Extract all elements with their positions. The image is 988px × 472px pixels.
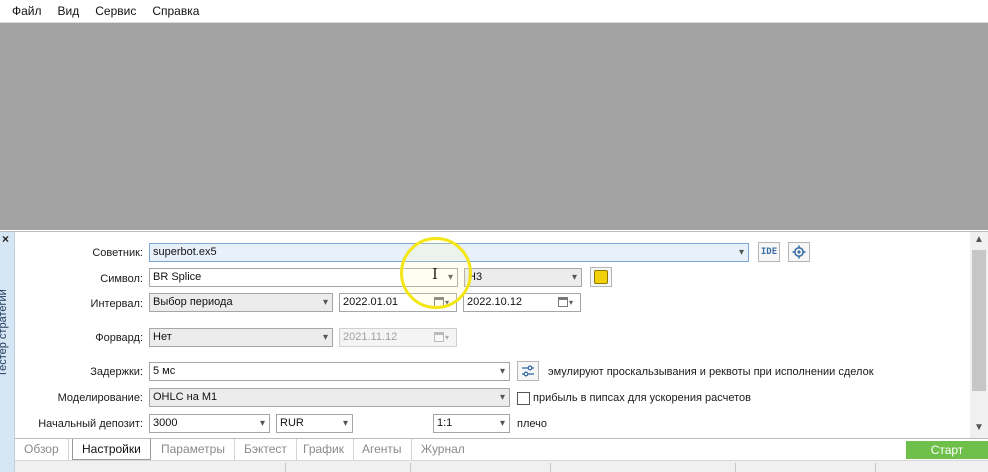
calendar-icon: ▾ xyxy=(434,332,452,343)
leverage-label: плечо xyxy=(517,418,547,430)
color-swatch xyxy=(594,270,608,284)
date-to-value: 2022.10.12 xyxy=(467,296,523,308)
delays-label: Задержки: xyxy=(90,366,143,378)
tab-backtest[interactable]: Бэктест xyxy=(235,439,297,460)
menu-help[interactable]: Справка xyxy=(144,0,207,23)
pips-profit-checkbox[interactable] xyxy=(517,392,530,405)
currency-select[interactable]: RUR ▾ xyxy=(276,414,353,433)
interval-label: Интервал: xyxy=(90,298,143,310)
currency-value: RUR xyxy=(280,417,304,429)
advisor-value: superbot.ex5 xyxy=(153,246,217,258)
timeframe-select[interactable]: H3 ▾ xyxy=(464,268,582,287)
chevron-down-icon: ▾ xyxy=(499,392,505,403)
scroll-down-icon[interactable]: ▼ xyxy=(974,422,984,433)
chevron-down-icon: ▾ xyxy=(322,332,328,343)
forward-label: Форвард: xyxy=(95,332,143,344)
modeling-label: Моделирование: xyxy=(57,392,143,404)
status-bar xyxy=(15,460,988,472)
scroll-thumb[interactable] xyxy=(972,250,986,391)
chevron-down-icon: ▾ xyxy=(259,418,265,429)
forward-date-picker: 2021.11.12 ▾ xyxy=(339,328,457,347)
deposit-label: Начальный депозит: xyxy=(38,418,143,430)
date-from-value: 2022.01.01 xyxy=(343,296,399,308)
delays-settings-button[interactable] xyxy=(517,361,539,381)
menu-view[interactable]: Вид xyxy=(50,0,88,23)
tab-overview[interactable]: Обзор xyxy=(15,439,69,460)
tab-parameters[interactable]: Параметры xyxy=(152,439,235,460)
strategy-tester-panel: × Тестер стратегий Советник: superbot.ex… xyxy=(0,231,988,472)
modeling-value: OHLC на M1 xyxy=(153,391,218,403)
modeling-select[interactable]: OHLC на M1 ▾ xyxy=(149,388,510,407)
calendar-icon: ▾ xyxy=(558,297,576,308)
menu-bar: Файл Вид Сервис Справка xyxy=(0,0,988,23)
date-to-picker[interactable]: 2022.10.12 ▾ xyxy=(463,293,581,312)
text-cursor-icon: I xyxy=(432,265,438,283)
menu-file[interactable]: Файл xyxy=(4,0,50,23)
tester-tabs: Обзор Настройки Параметры Бэктест График… xyxy=(15,438,988,460)
deposit-select[interactable]: 3000 ▾ xyxy=(149,414,270,433)
chart-color-button[interactable] xyxy=(590,267,612,287)
tab-journal[interactable]: Журнал xyxy=(412,439,474,460)
close-panel-icon[interactable]: × xyxy=(2,232,9,246)
panel-side-strip: × Тестер стратегий xyxy=(0,232,15,472)
chevron-down-icon: ▾ xyxy=(499,418,505,429)
advisor-label: Советник: xyxy=(92,247,143,259)
forward-select[interactable]: Нет ▾ xyxy=(149,328,333,347)
chevron-down-icon: ▾ xyxy=(738,247,744,258)
tab-settings[interactable]: Настройки xyxy=(72,439,151,460)
tab-agents[interactable]: Агенты xyxy=(353,439,412,460)
interval-select[interactable]: Выбор периода ▾ xyxy=(149,293,333,312)
scroll-up-icon[interactable]: ▲ xyxy=(974,234,984,245)
symbol-value: BR Splice xyxy=(153,271,202,283)
forward-date-value: 2021.11.12 xyxy=(343,331,398,343)
leverage-value: 1:1 xyxy=(437,417,453,429)
chevron-down-icon: ▾ xyxy=(499,366,505,377)
chevron-down-icon: ▾ xyxy=(571,272,577,283)
ide-icon: IDE xyxy=(760,247,778,257)
delays-value: 5 мс xyxy=(153,365,176,377)
settings-button[interactable] xyxy=(788,242,810,262)
empty-workspace xyxy=(0,23,988,230)
forward-value: Нет xyxy=(153,331,172,343)
ide-button[interactable]: IDE xyxy=(758,242,780,262)
panel-side-label: Тестер стратегий xyxy=(0,289,9,377)
chevron-down-icon: ▾ xyxy=(322,297,328,308)
menu-service[interactable]: Сервис xyxy=(87,0,144,23)
vertical-scrollbar[interactable]: ▲ ▼ xyxy=(970,232,988,438)
delays-note: эмулируют проскальзывания и реквоты при … xyxy=(548,366,874,378)
symbol-label: Символ: xyxy=(100,273,143,285)
gear-icon xyxy=(792,245,806,259)
delays-select[interactable]: 5 мс ▾ xyxy=(149,362,510,381)
chevron-down-icon: ▾ xyxy=(342,418,348,429)
interval-value: Выбор периода xyxy=(153,296,233,308)
start-button[interactable]: Старт xyxy=(906,441,988,459)
deposit-value: 3000 xyxy=(153,417,178,429)
sliders-icon xyxy=(522,365,534,377)
leverage-select[interactable]: 1:1 ▾ xyxy=(433,414,510,433)
tab-graph[interactable]: График xyxy=(294,439,354,460)
pips-profit-label: прибыль в пипсах для ускорения расчетов xyxy=(533,392,751,404)
